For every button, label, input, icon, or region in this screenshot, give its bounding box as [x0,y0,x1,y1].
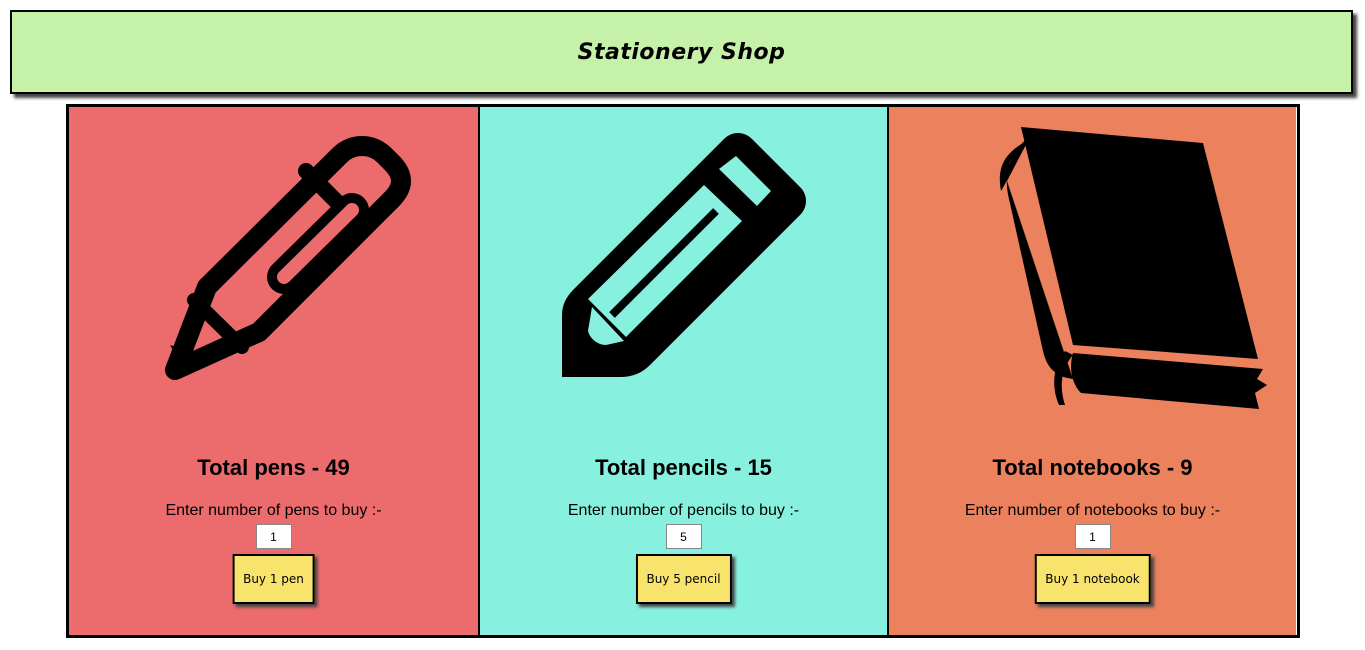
pencil-quantity-input[interactable] [665,524,702,549]
notebook-icon [889,107,1296,417]
pencil-icon [480,107,887,417]
page-title: Stationery Shop [577,39,786,65]
buy-pencil-button[interactable]: Buy 5 pencil [635,554,732,604]
pen-icon [69,107,478,417]
notebook-card: Total notebooks - 9 Enter number of note… [887,107,1296,635]
pencil-card: Total pencils - 15 Enter number of penci… [478,107,887,635]
pencil-total: Total pencils - 15 [595,455,772,480]
pen-card: Total pens - 49 Enter number of pens to … [69,107,478,635]
pen-prompt: Enter number of pens to buy :- [165,502,382,519]
notebook-total: Total notebooks - 9 [992,455,1193,480]
buy-notebook-button[interactable]: Buy 1 notebook [1034,554,1151,604]
pen-quantity-input[interactable] [255,524,292,549]
product-grid: Total pens - 49 Enter number of pens to … [66,104,1300,638]
page-header: Stationery Shop [10,10,1353,94]
notebook-quantity-input[interactable] [1074,524,1111,549]
pen-total: Total pens - 49 [197,455,350,480]
notebook-prompt: Enter number of notebooks to buy :- [964,502,1221,519]
pencil-prompt: Enter number of pencils to buy :- [567,502,800,519]
buy-pen-button[interactable]: Buy 1 pen [232,554,315,604]
